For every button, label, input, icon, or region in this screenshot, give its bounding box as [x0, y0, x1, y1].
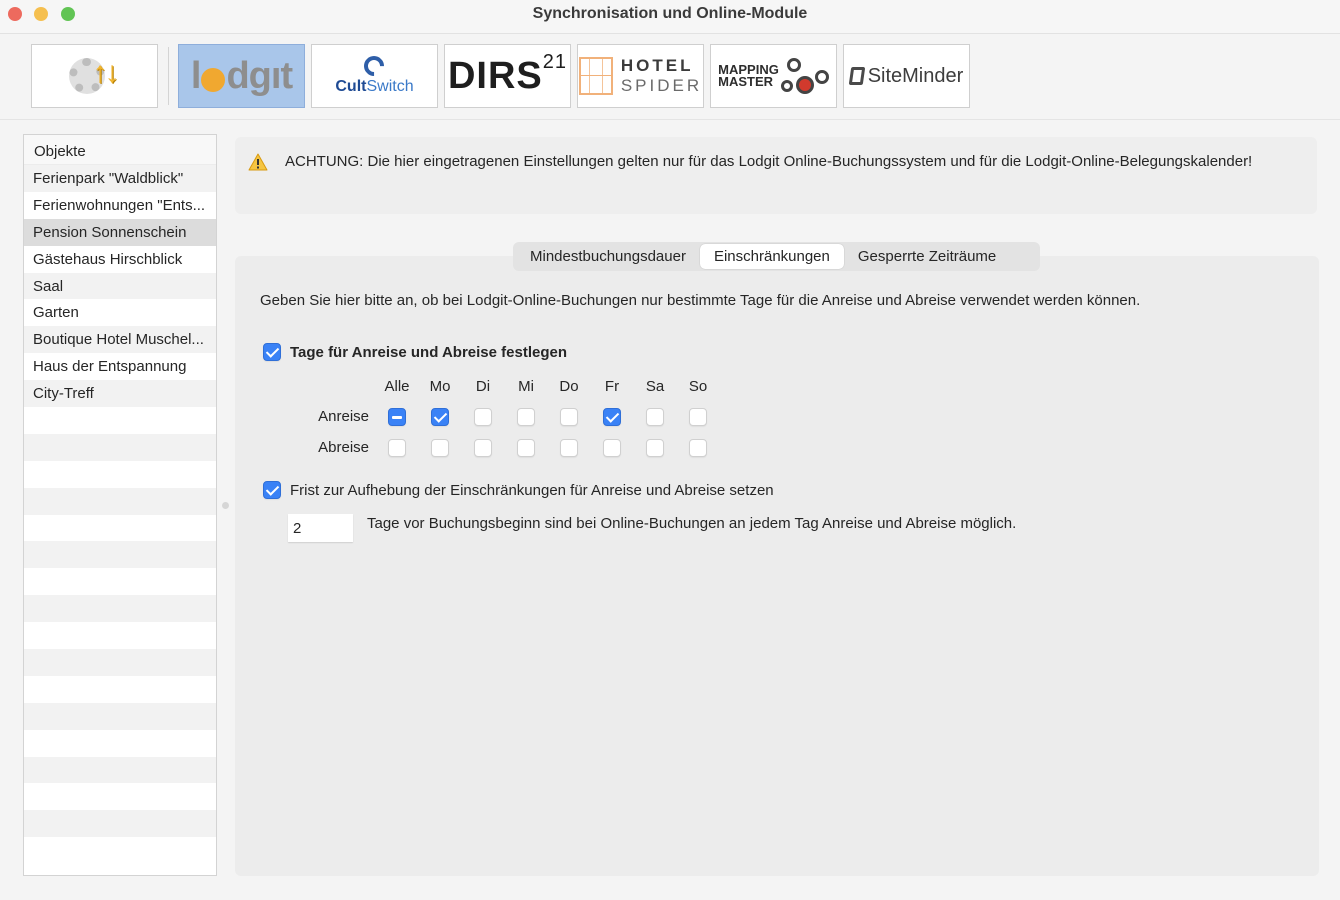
anreise-alle-checkbox[interactable] [388, 408, 406, 426]
day-column-header: So [688, 378, 708, 395]
hotel-spider-button[interactable]: HOTEL SPIDER [577, 44, 704, 108]
sidebar-empty-row [24, 433, 216, 461]
set-days-checkbox[interactable] [263, 343, 281, 361]
deadline-option: Frist zur Aufhebung der Einschränkungen … [263, 481, 774, 499]
sidebar-empty-row [24, 649, 216, 676]
sidebar-empty-row [24, 568, 216, 596]
mapping-master-button[interactable]: MAPPING MASTER [710, 44, 837, 108]
day-column-header: Mi [518, 378, 534, 395]
sidebar-empty-row [24, 756, 216, 784]
set-days-label: Tage für Anreise und Abreise festlegen [290, 343, 568, 361]
sidebar-item[interactable]: Garten [24, 299, 216, 327]
sync-settings-button[interactable]: ↑ ↓ [31, 44, 158, 108]
abreise-alle-checkbox[interactable] [388, 439, 406, 457]
sidebar-item[interactable]: Ferienwohnungen "Ents... [24, 191, 216, 219]
sidebar-empty-row [24, 541, 216, 569]
abreise-mo-checkbox[interactable] [431, 439, 449, 457]
sidebar-empty-row [24, 729, 216, 757]
sidebar-item[interactable]: Haus der Entspannung [24, 353, 216, 381]
window-title: Synchronisation und Online-Module [532, 5, 808, 22]
sidebar-item[interactable]: Boutique Hotel Muschel... [24, 326, 216, 354]
day-column-header: Fr [604, 378, 620, 395]
sidebar-empty-row [24, 407, 216, 434]
days-before-description: Tage vor Buchungsbeginn sind bei Online-… [367, 515, 1017, 532]
abreise-mi-checkbox[interactable] [517, 439, 535, 457]
sidebar-empty-row [24, 675, 216, 703]
lodgit-button[interactable]: l dg ıt [178, 44, 305, 108]
day-column-header: Sa [645, 378, 665, 395]
abreise-do-checkbox[interactable] [560, 439, 578, 457]
sidebar-item[interactable]: City-Treff [24, 380, 216, 408]
dirs21-logo: DIRS21 [447, 50, 568, 97]
objects-list-header[interactable]: Objekte [24, 135, 216, 165]
sidebar-empty-row [24, 702, 216, 730]
sidebar-item[interactable]: Saal [24, 272, 216, 300]
day-column-header: Do [559, 378, 579, 395]
deadline-label: Frist zur Aufhebung der Einschränkungen … [290, 481, 774, 499]
sidebar-empty-row [24, 487, 216, 515]
sidebar-item[interactable]: Pension Sonnenschein [24, 218, 216, 246]
abreise-so-checkbox[interactable] [689, 439, 707, 457]
title-bar: Synchronisation und Online-Module [0, 0, 1340, 34]
gear-sync-arrows-icon: ↑ ↓ [67, 54, 123, 98]
restrictions-intro-text: Geben Sie hier bitte an, ob bei Lodgit-O… [260, 292, 1141, 309]
set-days-option: Tage für Anreise und Abreise festlegen [263, 343, 567, 361]
anreise-sa-checkbox[interactable] [646, 408, 664, 426]
anreise-fr-checkbox[interactable] [603, 408, 621, 426]
anreise-di-checkbox[interactable] [474, 408, 492, 426]
sidebar-empty-row [24, 514, 216, 542]
anreise-mo-checkbox[interactable] [431, 408, 449, 426]
abreise-sa-checkbox[interactable] [646, 439, 664, 457]
split-view-handle[interactable] [222, 502, 229, 509]
siteminder-logo: SiteMinder [848, 65, 963, 88]
cultswitch-button[interactable]: CultSwitch [311, 44, 438, 108]
day-row-label: Abreise [318, 439, 369, 456]
tab-einschraenkungen[interactable]: Einschränkungen [699, 244, 844, 269]
sidebar-empty-row [24, 783, 216, 811]
tab-bar: Mindestbuchungsdauer Einschränkungen Ges… [513, 242, 1040, 271]
warning-box: ACHTUNG: Die hier eingetragenen Einstell… [235, 137, 1317, 214]
tab-mindestbuchungsdauer[interactable]: Mindestbuchungsdauer [516, 244, 700, 269]
module-toolbar: ↑ ↓ l dg ıt CultSwitch DIRS21 HOTEL SPIDER … [0, 35, 1340, 120]
sidebar-item[interactable]: Gästehaus Hirschblick [24, 245, 216, 273]
toolbar-separator [168, 47, 169, 105]
day-row-label: Anreise [318, 408, 369, 425]
objects-list: Objekte Ferienpark "Waldblick" Ferienwohn… [23, 134, 217, 876]
abreise-di-checkbox[interactable] [474, 439, 492, 457]
dirs21-button[interactable]: DIRS21 [444, 44, 571, 108]
days-before-input[interactable] [288, 514, 353, 542]
anreise-do-checkbox[interactable] [560, 408, 578, 426]
lodgit-logo: l dg ıt [190, 54, 293, 97]
sidebar-empty-row [24, 595, 216, 623]
sidebar-empty-row [24, 810, 216, 838]
mapping-master-logo: MAPPING MASTER [718, 56, 829, 96]
siteminder-button[interactable]: SiteMinder [843, 44, 970, 108]
tab-gesperrte-zeitraeume[interactable]: Gesperrte Zeiträume [844, 244, 1010, 269]
day-column-header: Alle [384, 378, 410, 395]
sidebar-empty-row [24, 460, 216, 488]
sidebar-empty-row [24, 622, 216, 650]
cultswitch-logo: CultSwitch [335, 51, 414, 96]
sidebar-item[interactable]: Ferienpark "Waldblick" [24, 165, 216, 192]
anreise-mi-checkbox[interactable] [517, 408, 535, 426]
warning-text: ACHTUNG: Die hier eingetragenen Einstell… [285, 153, 1253, 170]
day-column-header: Mo [429, 378, 451, 395]
deadline-checkbox[interactable] [263, 481, 281, 499]
day-column-header: Di [475, 378, 491, 395]
abreise-fr-checkbox[interactable] [603, 439, 621, 457]
warning-triangle-icon [248, 153, 268, 171]
sidebar-empty-row [24, 837, 216, 865]
anreise-so-checkbox[interactable] [689, 408, 707, 426]
hotel-spider-logo: HOTEL SPIDER [578, 56, 702, 96]
